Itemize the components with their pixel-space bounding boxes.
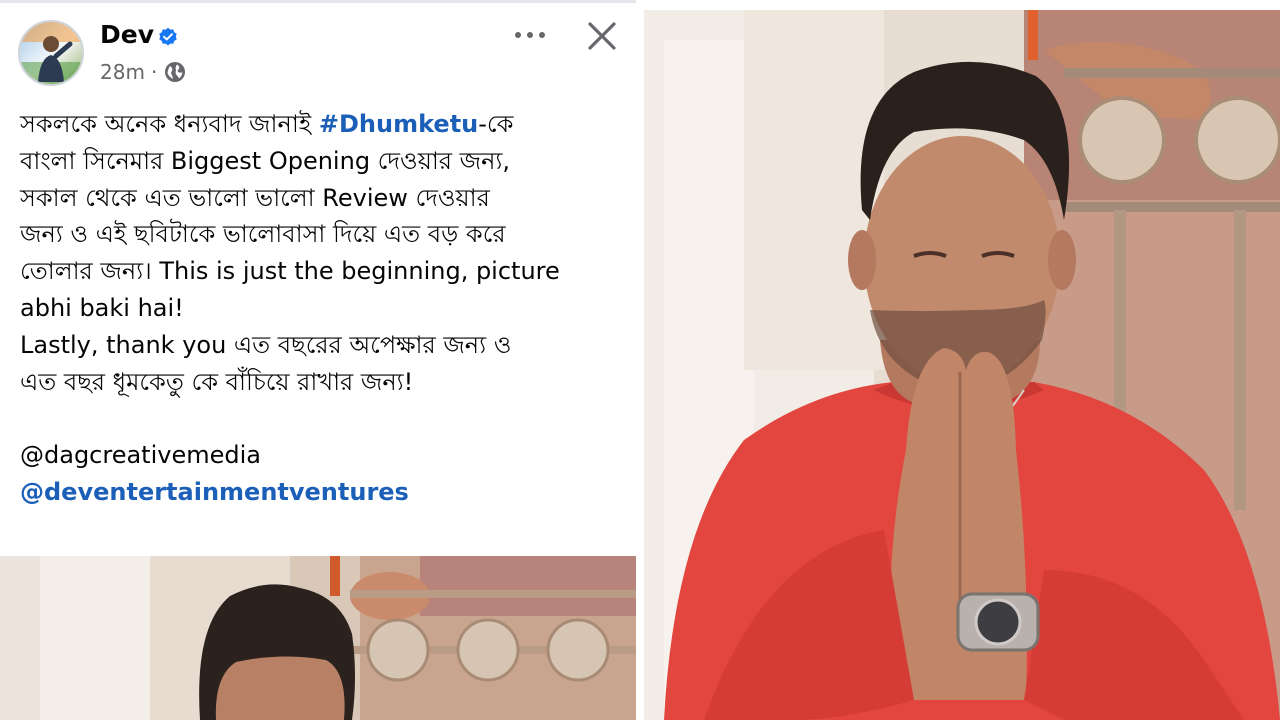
verified-badge-icon [159, 27, 177, 46]
post-line-8: এত বছর ধূমকেতু কে বাঁচিয়ে রাখার জন্য! [20, 367, 414, 396]
more-options-icon[interactable] [510, 20, 550, 50]
mention-dagcreativemedia[interactable]: @dagcreativemedia [20, 437, 628, 474]
post-line-7: Lastly, thank you এত বছরের অপেক্ষার জন্য… [20, 330, 512, 359]
post-meta: 28m · [100, 60, 187, 84]
post-line-3: সকাল থেকে এত ভালো ভালো Review দেওয়ার [20, 183, 490, 212]
author-name[interactable]: Dev [100, 20, 154, 49]
post-header: Dev 28m · [0, 0, 636, 95]
facebook-post: Dev 28m · সকলকে অনেক ধন্যবাদ জানাই #Dhum… [0, 0, 636, 720]
close-icon[interactable] [584, 18, 620, 54]
photo-thumbnail-image [0, 556, 636, 720]
post-text-segment: সকলকে অনেক ধন্যবাদ জানাই [20, 110, 319, 138]
post-text-segment: -কে [478, 110, 514, 138]
photo-large-image [644, 10, 1280, 720]
post-line-4: জন্য ও এই ছবিটাকে ভালোবাসা দিয়ে এত বড় … [20, 220, 506, 249]
post-photo-thumbnail[interactable] [0, 556, 636, 720]
post-timestamp[interactable]: 28m [100, 60, 145, 84]
mention-deventertainmentventures[interactable]: @deventertainmentventures [20, 474, 628, 511]
post-line-2: বাংলা সিনেমার Biggest Opening দেওয়ার জন… [20, 146, 511, 175]
post-body: সকলকে অনেক ধন্যবাদ জানাই #Dhumketu-কে বা… [20, 106, 628, 511]
globe-icon [165, 62, 186, 82]
image-divider [636, 0, 644, 720]
avatar-image [20, 22, 82, 84]
meta-separator: · [150, 60, 158, 84]
post-line-1: সকলকে অনেক ধন্যবাদ জানাই #Dhumketu-কে [20, 106, 628, 143]
post-line-6: abhi baki hai! [20, 293, 184, 322]
avatar[interactable] [18, 20, 84, 86]
post-photo-large[interactable] [644, 10, 1280, 720]
post-line-5: তোলার জন্য। This is just the beginning, … [20, 257, 560, 286]
hashtag-link[interactable]: #Dhumketu [319, 110, 478, 138]
